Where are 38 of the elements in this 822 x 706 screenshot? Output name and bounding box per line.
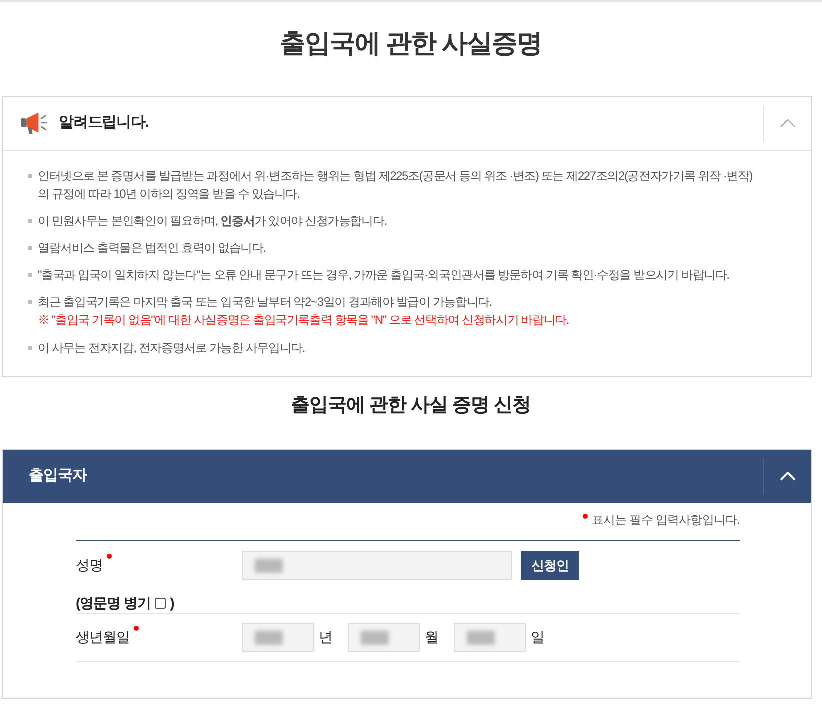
notice-text: 최근 출입국기록은 마지막 출국 또는 입국한 날부터 약2~3일이 경과해야 발급이 가능합니다.: [38, 294, 494, 311]
input-field[interactable]: [348, 623, 420, 652]
notice-text: 이 민원사무는 본인확인이 필요하며, 인증서가 있어야 신청가능합니다.: [38, 213, 387, 230]
megaphone-icon: [21, 112, 47, 136]
redacted-value: [467, 630, 495, 644]
required-note: 표시는 필수 입력사항입니다.: [592, 512, 740, 528]
date-unit-label: 년: [319, 628, 333, 644]
bullet-icon: [28, 246, 32, 250]
input-field[interactable]: [242, 623, 314, 652]
redacted-value: [361, 630, 389, 644]
notice-text: "출국과 입국이 일치하지 않는다"는 오류 안내 문구가 뜨는 경우, 가까운 출입국·외국인관서를 방문하여 기록 확인·수정을 받으시기 바랍니다.: [38, 267, 730, 284]
notice-text: 열람서비스 출력물은 법적인 효력이 없습니다.: [38, 240, 266, 257]
redacted-value: [255, 630, 283, 644]
page-title: 출입국에 관한 사실증명: [280, 27, 542, 60]
date-unit-label: 월: [425, 628, 439, 644]
bullet-icon: [28, 273, 32, 277]
form-title: 출입국에 관한 사실 증명 신청: [291, 394, 531, 418]
redacted-value: [255, 558, 283, 572]
chevron-up-icon: [780, 119, 796, 128]
input-field[interactable]: [242, 551, 512, 580]
field-label: 생년월일: [76, 628, 130, 647]
notice-warning-text: ※ "출입국 기록이 없음"에 대한 사실증명은 출입국기록출력 항목을 "N" 으로 선택하여 신청하시기 바랍니다.: [38, 312, 570, 329]
notice-text: 이 사무는 전자지갑, 전자증명서로 가능한 사무입니다.: [38, 340, 306, 357]
bullet-icon: [28, 300, 32, 304]
date-unit-label: 일: [531, 628, 545, 644]
section-title: 출입국자: [29, 466, 87, 486]
notice-title: 알려드립니다.: [59, 113, 149, 134]
bullet-icon: [28, 219, 32, 223]
notice-text: 인터넷으로 본 증명서를 발급받는 과정에서 위·변조하는 행위는 형법 제225조(공문서 등의 위조 ·변조) 또는 제227조의2(공전자가기록 위작 ·변작) 의 규정에 따라 10년 이하의 징역을 받을 수 있습니다.: [38, 168, 754, 203]
english-name-closing: ): [170, 594, 175, 612]
bullet-icon: [28, 174, 32, 178]
chevron-up-icon: [780, 472, 796, 481]
input-field[interactable]: [454, 623, 526, 652]
english-name-label: (영문명 병기: [76, 594, 152, 612]
applicant-button[interactable]: 신청인: [521, 551, 579, 580]
bullet-icon: [28, 346, 32, 350]
english-name-checkbox[interactable]: [155, 598, 166, 608]
field-label: 성명: [76, 556, 103, 575]
